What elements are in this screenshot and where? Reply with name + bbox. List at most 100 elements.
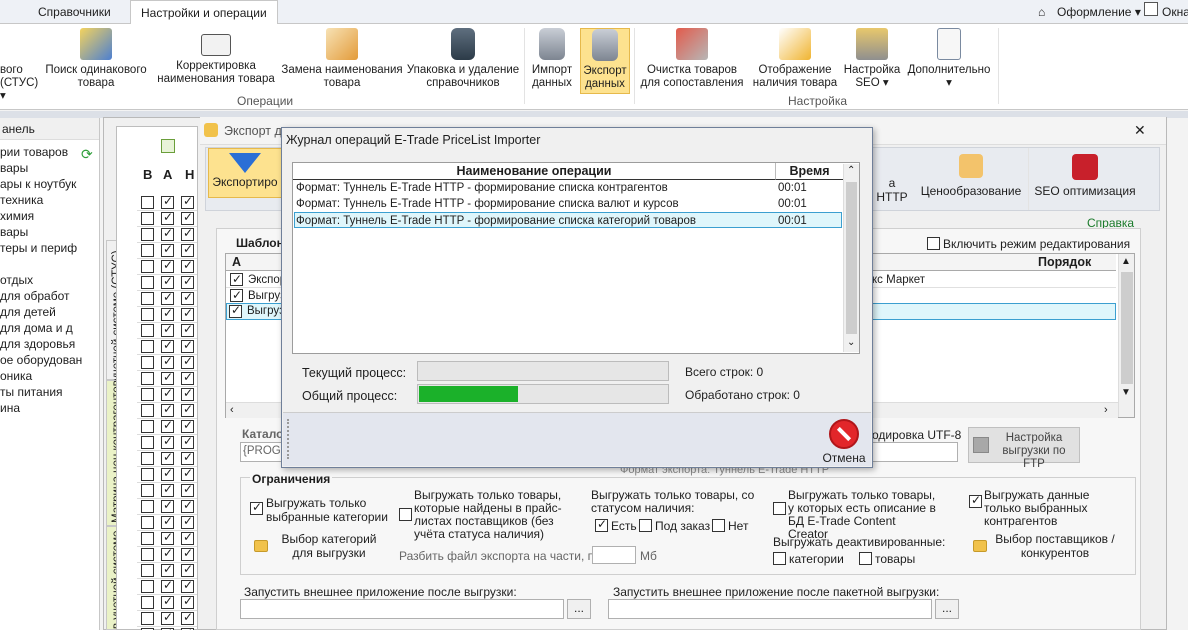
clear-goods-button[interactable]: Очистка товаров для сопоставления	[638, 28, 746, 90]
journal-scrollbar[interactable]: ⌃ ⌄	[843, 164, 859, 352]
matrix-checkbox[interactable]	[141, 532, 154, 545]
matrix-row[interactable]	[137, 306, 197, 323]
status-no-checkbox[interactable]	[712, 519, 725, 532]
matrix-row[interactable]	[137, 562, 197, 579]
matrix-checkbox[interactable]	[161, 370, 174, 385]
matrix-checkbox[interactable]	[181, 274, 194, 289]
matrix-row[interactable]	[137, 274, 197, 291]
matrix-checkbox[interactable]	[161, 306, 174, 321]
matrix-row[interactable]	[137, 610, 197, 627]
replace-name-button[interactable]: Замена наименования товара	[280, 28, 404, 90]
matrix-row[interactable]	[137, 514, 197, 531]
matrix-row[interactable]	[137, 226, 197, 243]
matrix-checkbox[interactable]	[141, 580, 154, 593]
matrix-row[interactable]	[137, 322, 197, 339]
matrix-checkbox[interactable]	[161, 242, 174, 257]
matrix-checkbox[interactable]	[181, 466, 194, 481]
matrix-checkbox[interactable]	[141, 484, 154, 497]
matrix-checkbox[interactable]	[161, 386, 174, 401]
category-item[interactable]: ина	[0, 400, 99, 416]
matrix-checkbox[interactable]	[141, 404, 154, 417]
ribbon-cut-button[interactable]: вого (СТУС) ▾	[0, 64, 38, 103]
category-item[interactable]: отдых	[0, 272, 99, 288]
matrix-row[interactable]	[137, 370, 197, 387]
scroll-up-icon[interactable]: ⌃	[847, 165, 855, 176]
matrix-checkbox[interactable]	[141, 340, 154, 353]
window-icon[interactable]	[1144, 2, 1158, 16]
scroll-right-icon[interactable]: ›	[1104, 404, 1108, 416]
show-availability-button[interactable]: Отображение наличия товара	[748, 28, 842, 90]
tab-settings-operations[interactable]: Настройки и операции	[130, 0, 278, 25]
drag-handle[interactable]	[287, 419, 289, 459]
matrix-row[interactable]	[137, 386, 197, 403]
matrix-checkbox[interactable]	[161, 530, 174, 545]
matrix-checkbox[interactable]	[141, 228, 154, 241]
row-checkbox[interactable]	[230, 287, 243, 303]
matrix-checkbox[interactable]	[161, 258, 174, 273]
grid-vscrollbar[interactable]: ▲ ▼	[1118, 254, 1134, 417]
matrix-checkbox[interactable]	[181, 562, 194, 577]
matrix-checkbox[interactable]	[161, 498, 174, 513]
list-item[interactable]: Формат: Туннель E-Trade HTTP - формирова…	[294, 196, 842, 212]
refresh-icon[interactable]: ⟳	[81, 146, 93, 163]
matrix-checkbox[interactable]	[141, 292, 154, 305]
matrix-checkbox[interactable]	[181, 242, 194, 257]
correct-name-button[interactable]: Корректировка наименования товара	[155, 28, 277, 86]
seo-optimization-button[interactable]: SEO оптимизация	[1032, 154, 1138, 198]
matrix-checkbox[interactable]	[141, 260, 154, 273]
category-item[interactable]: ое оборудован	[0, 352, 99, 368]
row-checkbox[interactable]	[230, 271, 243, 287]
matrix-checkbox[interactable]	[161, 354, 174, 369]
matrix-checkbox[interactable]	[181, 370, 194, 385]
category-item[interactable]: техника	[0, 192, 99, 208]
additional-button[interactable]: Дополнительно ▾	[904, 28, 994, 90]
matrix-row[interactable]	[137, 290, 197, 307]
matrix-checkbox[interactable]	[141, 468, 154, 481]
category-item[interactable]: вары	[0, 224, 99, 240]
matrix-checkbox[interactable]	[161, 402, 174, 417]
matrix-row[interactable]	[137, 546, 197, 563]
matrix-row[interactable]	[137, 578, 197, 595]
collapse-ribbon-icon[interactable]: ⌂	[1038, 5, 1045, 19]
select-suppliers-link[interactable]: Выбор поставщиков / конкурентов	[992, 532, 1118, 560]
scroll-thumb[interactable]	[846, 182, 857, 334]
matrix-checkbox[interactable]	[181, 322, 194, 337]
matrix-row[interactable]	[137, 194, 197, 211]
matrix-checkbox[interactable]	[181, 194, 194, 209]
matrix-row[interactable]	[137, 338, 197, 355]
matrix-checkbox[interactable]	[141, 196, 154, 209]
matrix-checkbox[interactable]	[141, 596, 154, 609]
matrix-checkbox[interactable]	[181, 226, 194, 241]
matrix-checkbox[interactable]	[141, 548, 154, 561]
matrix-checkbox[interactable]	[141, 612, 154, 625]
scroll-down-icon[interactable]: ▼	[1121, 387, 1131, 398]
only-selected-categories-checkbox[interactable]	[250, 500, 263, 515]
matrix-checkbox[interactable]	[161, 434, 174, 449]
category-item[interactable]: химия	[0, 208, 99, 224]
matrix-checkbox[interactable]	[161, 210, 174, 225]
category-item[interactable]: для дома и д	[0, 320, 99, 336]
matrix-checkbox[interactable]	[161, 546, 174, 561]
category-item[interactable]: оника	[0, 368, 99, 384]
import-data-button[interactable]: Импорт данных	[527, 28, 577, 90]
matrix-checkbox[interactable]	[181, 290, 194, 305]
matrix-checkbox[interactable]	[161, 338, 174, 353]
status-order-checkbox[interactable]	[639, 519, 652, 532]
matrix-checkbox[interactable]	[181, 546, 194, 561]
run-after-batch-browse-button[interactable]: ...	[935, 599, 959, 619]
matrix-row[interactable]	[137, 242, 197, 259]
encoding-field[interactable]	[862, 442, 958, 462]
matrix-checkbox[interactable]	[141, 276, 154, 289]
matrix-row[interactable]	[137, 354, 197, 371]
matrix-checkbox[interactable]	[161, 610, 174, 625]
matrix-checkbox[interactable]	[161, 466, 174, 481]
matrix-row[interactable]	[137, 258, 197, 275]
matrix-row[interactable]	[137, 210, 197, 227]
edit-mode-checkbox[interactable]	[927, 237, 940, 250]
matrix-row[interactable]	[137, 498, 197, 515]
matrix-checkbox[interactable]	[181, 450, 194, 465]
matrix-row[interactable]	[137, 530, 197, 547]
status-yes-checkbox[interactable]	[595, 517, 608, 532]
category-item[interactable]: для детей	[0, 304, 99, 320]
matrix-checkbox[interactable]	[161, 322, 174, 337]
